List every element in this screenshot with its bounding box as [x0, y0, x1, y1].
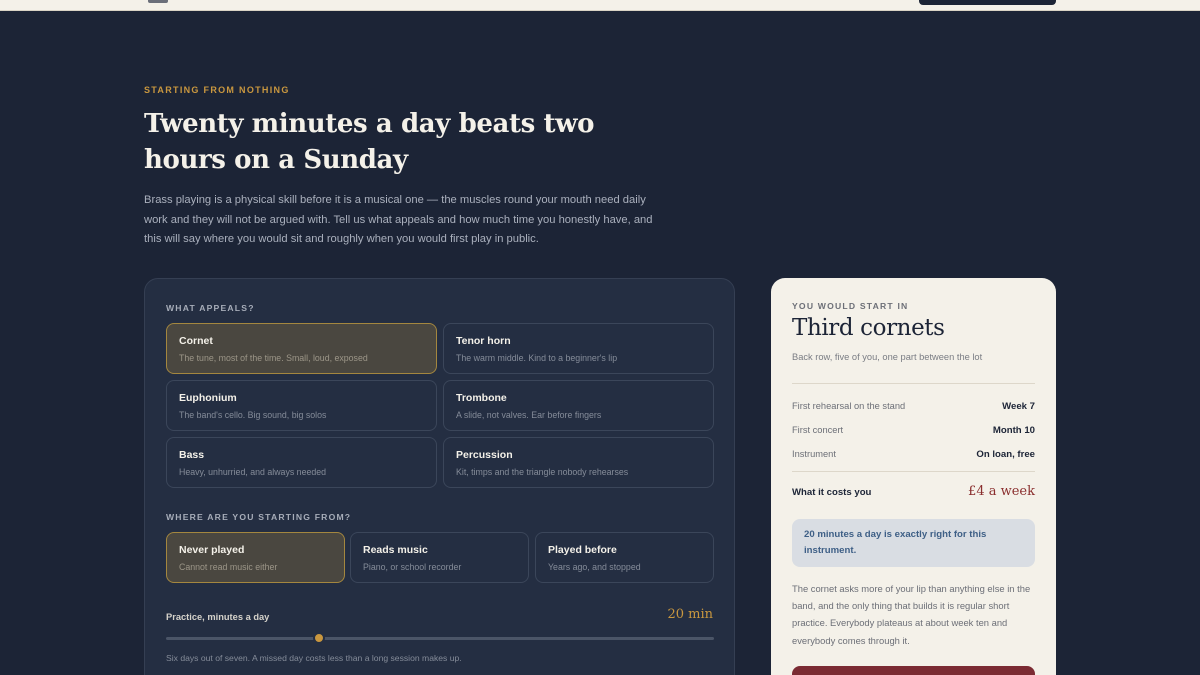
result-card: YOU WOULD START IN Third cornets Back ro…	[771, 278, 1056, 675]
option-desc: The warm middle. Kind to a beginner's li…	[456, 353, 618, 363]
result-subtitle: Back row, five of you, one part between …	[792, 352, 983, 362]
option-desc: Piano, or school recorder	[363, 562, 462, 572]
option-desc: The tune, most of the time. Small, loud,…	[179, 353, 368, 363]
instrument-option-bass[interactable]: Bass Heavy, unhurried, and always needed	[166, 437, 437, 488]
instrument-option-tenor-horn[interactable]: Tenor horn The warm middle. Kind to a be…	[443, 323, 714, 374]
practice-slider-thumb[interactable]	[313, 632, 326, 644]
option-title: Tenor horn	[456, 335, 511, 347]
option-title: Euphonium	[179, 392, 237, 404]
option-title: Never played	[179, 544, 245, 556]
result-row-cost: What it costs you £4 a week	[792, 484, 1035, 499]
option-desc: Years ago, and stopped	[548, 562, 641, 572]
experience-option-never-played[interactable]: Never played Cannot read music either	[166, 532, 345, 583]
row-value: Week 7	[1002, 401, 1035, 412]
result-row-instrument: Instrument On loan, free	[792, 449, 1035, 460]
option-desc: A slide, not valves. Ear before fingers	[456, 410, 602, 420]
experience-option-reads-music[interactable]: Reads music Piano, or school recorder	[350, 532, 529, 583]
appeals-label: WHAT APPEALS?	[166, 303, 255, 313]
option-title: Trombone	[456, 392, 507, 404]
option-desc: The band's cello. Big sound, big solos	[179, 410, 327, 420]
practice-label: Practice, minutes a day	[166, 612, 270, 622]
option-desc: Cannot read music either	[179, 562, 278, 572]
experience-option-played-before[interactable]: Played before Years ago, and stopped	[535, 532, 714, 583]
divider	[792, 471, 1035, 472]
practice-slider-track[interactable]	[166, 637, 714, 640]
result-row-first-concert: First concert Month 10	[792, 425, 1035, 436]
option-title: Played before	[548, 544, 617, 556]
cost-label: What it costs you	[792, 487, 872, 498]
starting-label: WHERE ARE YOU STARTING FROM?	[166, 512, 352, 522]
result-description: The cornet asks more of your lip than an…	[792, 583, 1031, 646]
row-value: Month 10	[992, 425, 1035, 436]
nav-logo[interactable]	[148, 0, 168, 3]
option-title: Reads music	[363, 544, 428, 556]
instrument-option-trombone[interactable]: Trombone A slide, not valves. Ear before…	[443, 380, 714, 431]
option-title: Bass	[179, 449, 205, 461]
row-key: Instrument	[792, 449, 836, 459]
hero-headline: Twenty minutes a day beats two hours on …	[144, 109, 595, 175]
instrument-option-percussion[interactable]: Percussion Kit, timps and the triangle n…	[443, 437, 714, 488]
practice-feedback-callout: 20 minutes a day is exactly right for th…	[792, 519, 1035, 567]
result-eyebrow: YOU WOULD START IN	[792, 301, 909, 311]
practice-value: 20 min	[667, 607, 713, 622]
top-nav-bar	[0, 0, 1200, 11]
result-title: Third cornets	[792, 315, 945, 341]
instrument-option-euphonium[interactable]: Euphonium The band's cello. Big sound, b…	[166, 380, 437, 431]
option-title: Percussion	[456, 449, 513, 461]
cost-value: £4 a week	[968, 484, 1035, 499]
row-value: On loan, free	[976, 449, 1035, 460]
option-desc: Kit, timps and the triangle nobody rehea…	[456, 467, 629, 477]
row-key: First concert	[792, 425, 844, 435]
nav-cta-button[interactable]	[919, 0, 1056, 5]
row-key: First rehearsal on the stand	[792, 401, 906, 411]
instrument-option-cornet[interactable]: Cornet The tune, most of the time. Small…	[166, 323, 437, 374]
quiz-panel: WHAT APPEALS? Cornet The tune, most of t…	[144, 278, 735, 675]
result-action-button[interactable]	[792, 666, 1035, 675]
result-row-first-rehearsal: First rehearsal on the stand Week 7	[792, 401, 1035, 412]
option-desc: Heavy, unhurried, and always needed	[179, 467, 327, 477]
hero-intro: Brass playing is a physical skill before…	[144, 194, 653, 246]
hero-eyebrow: STARTING FROM NOTHING	[144, 85, 290, 95]
divider	[792, 383, 1035, 384]
option-title: Cornet	[179, 335, 213, 347]
practice-note: Six days out of seven. A missed day cost…	[166, 653, 462, 663]
